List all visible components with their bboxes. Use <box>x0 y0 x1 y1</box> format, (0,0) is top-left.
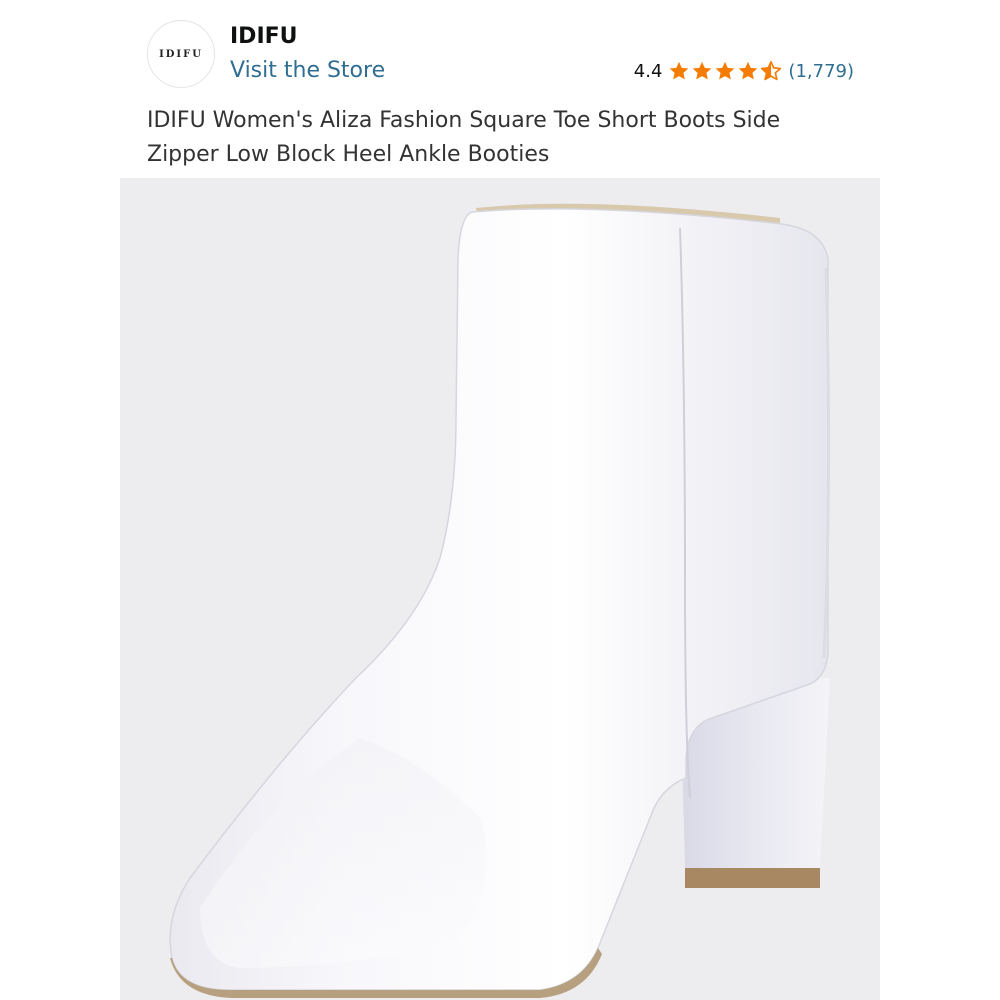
product-card: IDIFU IDIFU Visit the Store 4.4 (1,779) … <box>120 0 880 1000</box>
rating-row[interactable]: 4.4 (1,779) <box>634 60 854 82</box>
product-title: IDIFU Women's Aliza Fashion Square Toe S… <box>147 108 781 167</box>
star-rating <box>668 60 782 82</box>
left-margin <box>0 0 120 1000</box>
brand-logo[interactable]: IDIFU <box>147 20 215 88</box>
review-count[interactable]: (1,779) <box>788 61 854 82</box>
brand-logo-text: IDIFU <box>159 48 203 60</box>
white-ankle-boot-icon <box>169 203 831 998</box>
rating-value: 4.4 <box>633 60 663 82</box>
product-image-area[interactable] <box>120 178 880 1000</box>
product-header: IDIFU IDIFU Visit the Store 4.4 (1,779) … <box>120 0 880 178</box>
right-margin <box>880 0 1000 1000</box>
star-icon <box>739 61 758 80</box>
visit-store-link[interactable]: Visit the Store <box>230 58 385 83</box>
brand-name: IDIFU <box>230 24 298 49</box>
star-icon <box>693 61 712 80</box>
star-icon <box>716 61 735 80</box>
half-star-icon <box>761 61 782 81</box>
star-icon <box>670 61 689 80</box>
